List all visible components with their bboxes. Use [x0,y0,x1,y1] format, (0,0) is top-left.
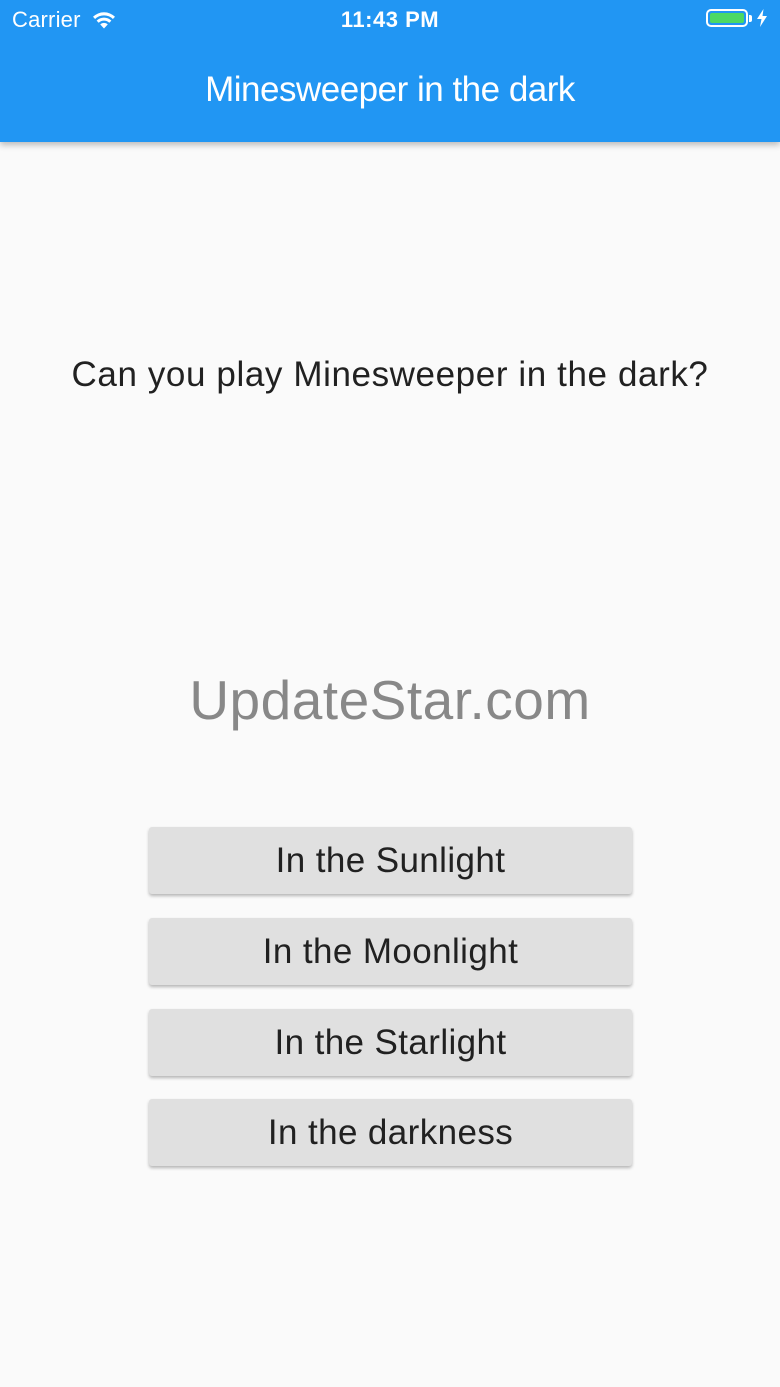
status-time: 11:43 PM [340,7,440,32]
battery-icon [706,9,768,27]
battery-body [706,9,748,27]
app-title: Minesweeper in the dark [205,70,575,109]
battery-cap [749,14,752,22]
moonlight-button-label: In the Moonlight [262,931,519,971]
starlight-button-label: In the Starlight [274,1022,507,1062]
sunlight-button-label: In the Sunlight [275,840,506,880]
darkness-button-label: In the darkness [267,1112,514,1152]
status-bar: Carrier 11:43 PM [0,0,780,40]
charging-bolt-icon [757,9,767,27]
sunlight-button[interactable]: In the Sunlight [149,827,632,894]
starlight-button[interactable]: In the Starlight [149,1009,632,1076]
moonlight-button[interactable]: In the Moonlight [149,918,632,985]
darkness-button[interactable]: In the darkness [149,1099,632,1166]
watermark: UpdateStar.com [189,669,591,731]
battery-fill [710,13,744,23]
app-bar: Carrier 11:43 PM Minesweeper in the dark [0,0,780,142]
question-text: Can you play Minesweeper in the dark? [71,355,709,394]
